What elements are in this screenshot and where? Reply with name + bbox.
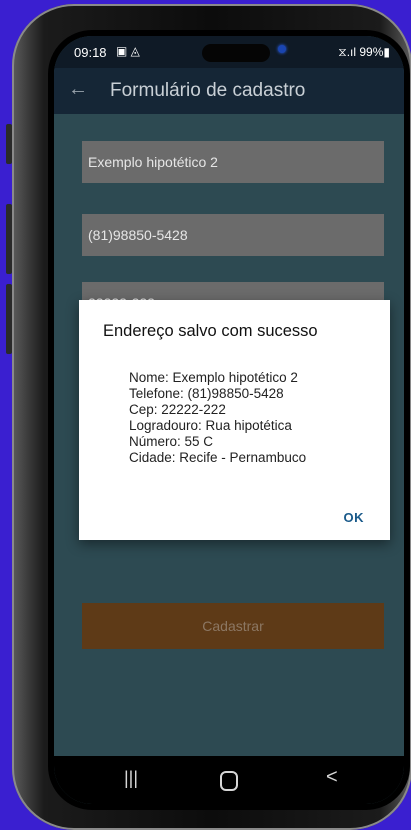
- app-bar: ← Formulário de cadastro: [54, 68, 404, 114]
- camera-lens-icon: [278, 45, 286, 53]
- signal-battery-indicator: ⧖.ıl 99%▮: [338, 45, 390, 59]
- dialog-body: Nome: Exemplo hipotético 2 Telefone: (81…: [129, 370, 306, 466]
- dialog-line-number: Número: 55 C: [129, 434, 214, 449]
- dialog-line-city: Cidade: Recife - Pernambuco: [129, 450, 307, 465]
- dialog-line-cep: Cep: 22222-222: [129, 402, 226, 417]
- phone-frame: 09:18 ▣ ◬ ⧖.ıl 99%▮ ← Formulário de cada…: [6, 4, 411, 830]
- status-time: 09:18: [74, 45, 107, 60]
- screen: 09:18 ▣ ◬ ⧖.ıl 99%▮ ← Formulário de cada…: [54, 36, 404, 804]
- dialog-title: Endereço salvo com sucesso: [103, 322, 318, 340]
- phone-field[interactable]: (81)98850-5428: [82, 214, 384, 256]
- ok-button[interactable]: OK: [344, 510, 365, 525]
- dialog-line-street: Logradouro: Rua hipotética: [129, 418, 292, 433]
- page-title: Formulário de cadastro: [110, 80, 306, 101]
- side-button: [6, 204, 12, 274]
- back-icon[interactable]: <: [326, 766, 338, 789]
- arrow-left-icon[interactable]: ←: [68, 78, 88, 101]
- recents-icon[interactable]: |||: [124, 768, 138, 789]
- dialog-line-name: Nome: Exemplo hipotético 2: [129, 370, 298, 385]
- camera-notch: [202, 44, 270, 62]
- status-bar: 09:18 ▣ ◬ ⧖.ıl 99%▮: [54, 36, 404, 68]
- submit-button[interactable]: Cadastrar: [82, 603, 384, 649]
- side-button: [6, 284, 12, 354]
- phone-bezel: 09:18 ▣ ◬ ⧖.ıl 99%▮ ← Formulário de cada…: [48, 30, 410, 810]
- notification-icons: ▣ ◬: [116, 44, 140, 58]
- system-nav-bar: ||| <: [54, 756, 404, 804]
- success-dialog: Endereço salvo com sucesso Nome: Exemplo…: [79, 300, 390, 540]
- name-field[interactable]: Exemplo hipotético 2: [82, 141, 384, 183]
- dialog-line-phone: Telefone: (81)98850-5428: [129, 386, 284, 401]
- side-button: [6, 124, 12, 164]
- home-icon[interactable]: [220, 771, 238, 791]
